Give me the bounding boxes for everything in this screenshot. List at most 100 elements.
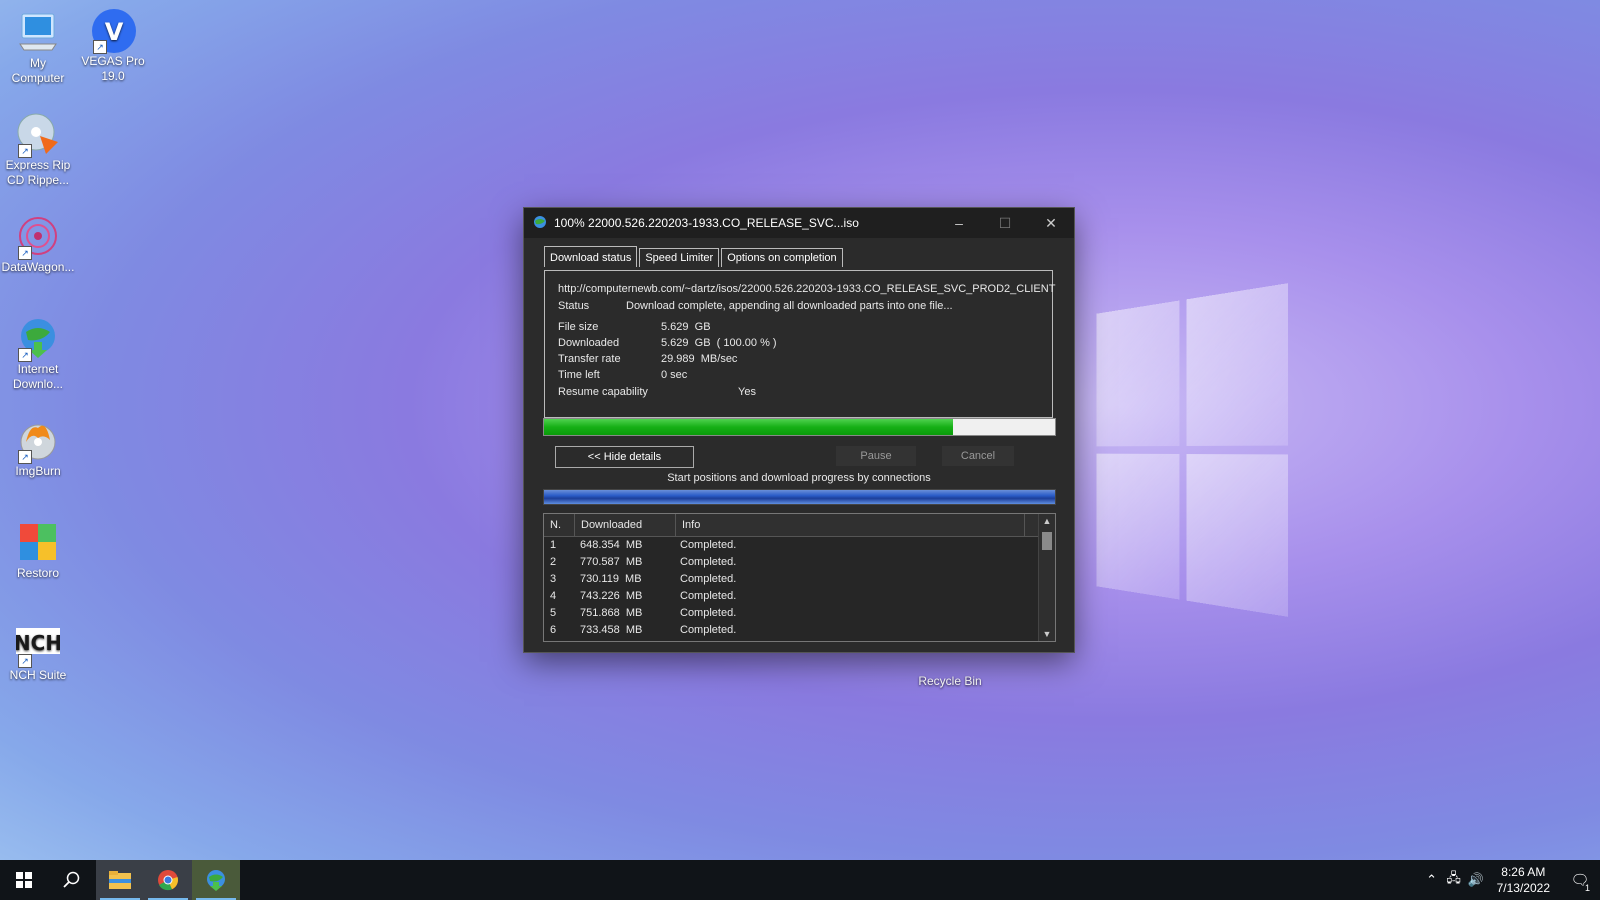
desktop-icon-nch-suite[interactable]: NCH ↗ NCH Suite xyxy=(0,622,78,683)
scroll-thumb[interactable] xyxy=(1042,532,1052,550)
cell-downloaded: 648.354 MB xyxy=(580,539,643,551)
cell-info: Completed. xyxy=(680,607,737,619)
minimize-button[interactable]: – xyxy=(936,208,982,238)
download-url: http://computernewb.com/~dartz/isos/2200… xyxy=(558,283,1056,295)
desktop-icon-label: Express Rip CD Rippe... xyxy=(5,158,71,187)
connections-progress-bar xyxy=(543,489,1056,505)
volume-icon[interactable]: 🔊 xyxy=(1465,872,1487,888)
desktop-icon-label: ImgBurn xyxy=(15,464,61,478)
table-row[interactable]: 1 648.354 MB Completed. xyxy=(544,537,1055,554)
taskbar-file-explorer[interactable] xyxy=(96,860,144,900)
download-dialog: 100% 22000.526.220203-1933.CO_RELEASE_SV… xyxy=(524,208,1074,652)
scroll-up-icon[interactable]: ▲ xyxy=(1039,516,1055,526)
idm-icon xyxy=(207,870,225,891)
desktop-icon-label: VEGAS Pro 19.0 xyxy=(81,54,145,83)
desktop-icon-label: DataWagon... xyxy=(1,260,75,274)
table-body: 1 648.354 MB Completed. 2 770.587 MB Complete… xyxy=(544,537,1055,639)
desktop-icon-imgburn[interactable]: ↗ ImgBurn xyxy=(0,418,78,479)
shortcut-arrow-icon: ↗ xyxy=(93,40,107,54)
shortcut-arrow-icon: ↗ xyxy=(18,246,32,260)
resume-capability-value: Yes xyxy=(738,386,756,398)
table-row[interactable]: 5 751.868 MB Completed. xyxy=(544,605,1055,622)
dialog-titlebar[interactable]: 100% 22000.526.220203-1933.CO_RELEASE_SV… xyxy=(524,208,1074,238)
cell-number: 6 xyxy=(550,624,557,636)
desktop-icon-restoro[interactable]: Restoro xyxy=(0,520,78,581)
computer-icon xyxy=(16,10,60,54)
system-tray: ⌃ 🖧 🔊 8:26 AM 7/13/2022 🗨 1 xyxy=(1421,860,1600,900)
cell-number: 1 xyxy=(550,539,557,551)
cell-info: Completed. xyxy=(680,624,737,636)
desktop-icon-label: Restoro xyxy=(16,566,60,580)
cell-info: Completed. xyxy=(680,556,737,568)
file-size-value: 5.629 GB xyxy=(661,321,711,333)
cell-info: Completed. xyxy=(680,590,737,602)
desktop-icon-recycle-bin[interactable]: Recycle Bin xyxy=(910,650,990,689)
shortcut-arrow-icon: ↗ xyxy=(18,348,32,362)
cell-downloaded: 730.119 MB xyxy=(580,573,642,585)
table-row[interactable]: 3 730.119 MB Completed. xyxy=(544,571,1055,588)
cancel-button[interactable]: Cancel xyxy=(942,446,1014,466)
tab-speed-limiter[interactable]: Speed Limiter xyxy=(639,248,720,267)
table-header: N. Downloaded Info xyxy=(544,514,1055,537)
imgburn-icon: ↗ xyxy=(16,418,60,464)
resume-capability-label: Resume capability xyxy=(558,386,648,398)
column-header-downloaded[interactable]: Downloaded xyxy=(575,514,676,536)
dialog-title: 100% 22000.526.220203-1933.CO_RELEASE_SV… xyxy=(554,216,859,230)
taskbar-chrome[interactable] xyxy=(144,860,192,900)
wallpaper-windows-logo xyxy=(1096,283,1289,617)
cell-number: 5 xyxy=(550,607,557,619)
maximize-button[interactable]: ☐ xyxy=(982,208,1028,238)
file-size-label: File size xyxy=(558,321,599,333)
scroll-down-icon[interactable]: ▼ xyxy=(1039,629,1055,639)
connections-table: N. Downloaded Info 1 648.354 MB Completed.… xyxy=(543,513,1056,642)
clock-date: 7/13/2022 xyxy=(1496,881,1550,895)
cell-downloaded: 751.868 MB xyxy=(580,607,643,619)
desktop-icon-express-rip[interactable]: ↗ Express Rip CD Rippe... xyxy=(0,112,78,188)
shortcut-arrow-icon: ↗ xyxy=(18,144,32,158)
hide-details-button[interactable]: << Hide details xyxy=(555,446,694,468)
tab-options-on-completion[interactable]: Options on completion xyxy=(721,248,843,267)
desktop-icon-my-computer[interactable]: My Computer xyxy=(0,10,78,86)
desktop-icon-datawagon[interactable]: ↗ DataWagon... xyxy=(0,214,78,275)
taskbar-idm[interactable] xyxy=(192,860,240,900)
clock-time: 8:26 AM xyxy=(1501,865,1546,879)
chrome-icon xyxy=(158,870,178,891)
close-button[interactable]: ✕ xyxy=(1028,208,1074,238)
cell-info: Completed. xyxy=(680,539,737,551)
table-row[interactable]: 4 743.226 MB Completed. xyxy=(544,588,1055,605)
cell-downloaded: 733.458 MB xyxy=(580,624,643,636)
taskbar-clock[interactable]: 8:26 AM 7/13/2022 xyxy=(1497,864,1550,896)
download-progress-bar xyxy=(543,418,1056,436)
desktop-icon-internet-download[interactable]: ↗ Internet Downlo... xyxy=(0,316,78,392)
cell-number: 2 xyxy=(550,556,557,568)
desktop-icon-vegas-pro[interactable]: V ↗ VEGAS Pro 19.0 xyxy=(73,8,153,84)
time-left-value: 0 sec xyxy=(661,369,688,381)
shortcut-arrow-icon: ↗ xyxy=(18,654,32,668)
downloaded-value: 5.629 GB ( 100.00 % ) xyxy=(661,337,777,349)
chevron-up-icon[interactable]: ⌃ xyxy=(1421,872,1443,888)
network-icon[interactable]: 🖧 xyxy=(1443,869,1465,891)
pause-button[interactable]: Pause xyxy=(836,446,916,466)
cell-number: 4 xyxy=(550,590,557,602)
nch-icon: NCH ↗ xyxy=(14,622,62,668)
cell-downloaded: 743.226 MB xyxy=(580,590,643,602)
status-label: Status xyxy=(558,300,590,312)
datawagon-icon: ↗ xyxy=(16,214,60,260)
windows-icon xyxy=(16,872,32,888)
transfer-rate-value: 29.989 MB/sec xyxy=(661,353,738,365)
desktop-icon-label: Internet Downlo... xyxy=(12,362,64,391)
cd-ripper-icon: ↗ xyxy=(16,112,60,158)
table-row[interactable]: 2 770.587 MB Completed. xyxy=(544,554,1055,571)
search-icon xyxy=(63,871,80,888)
table-scrollbar[interactable]: ▲ ▼ xyxy=(1038,514,1055,641)
tab-download-status[interactable]: Download status xyxy=(544,246,638,267)
start-button[interactable] xyxy=(0,860,48,900)
connections-label: Start positions and download progress by… xyxy=(667,472,931,484)
column-header-info[interactable]: Info xyxy=(676,514,1025,536)
idm-globe-icon: ↗ xyxy=(16,316,60,362)
column-header-number[interactable]: N. xyxy=(544,514,575,536)
notification-center-button[interactable]: 🗨 1 xyxy=(1560,860,1600,900)
search-button[interactable] xyxy=(48,860,96,900)
table-row[interactable]: 6 733.458 MB Completed. xyxy=(544,622,1055,639)
svg-text:V: V xyxy=(105,18,124,46)
